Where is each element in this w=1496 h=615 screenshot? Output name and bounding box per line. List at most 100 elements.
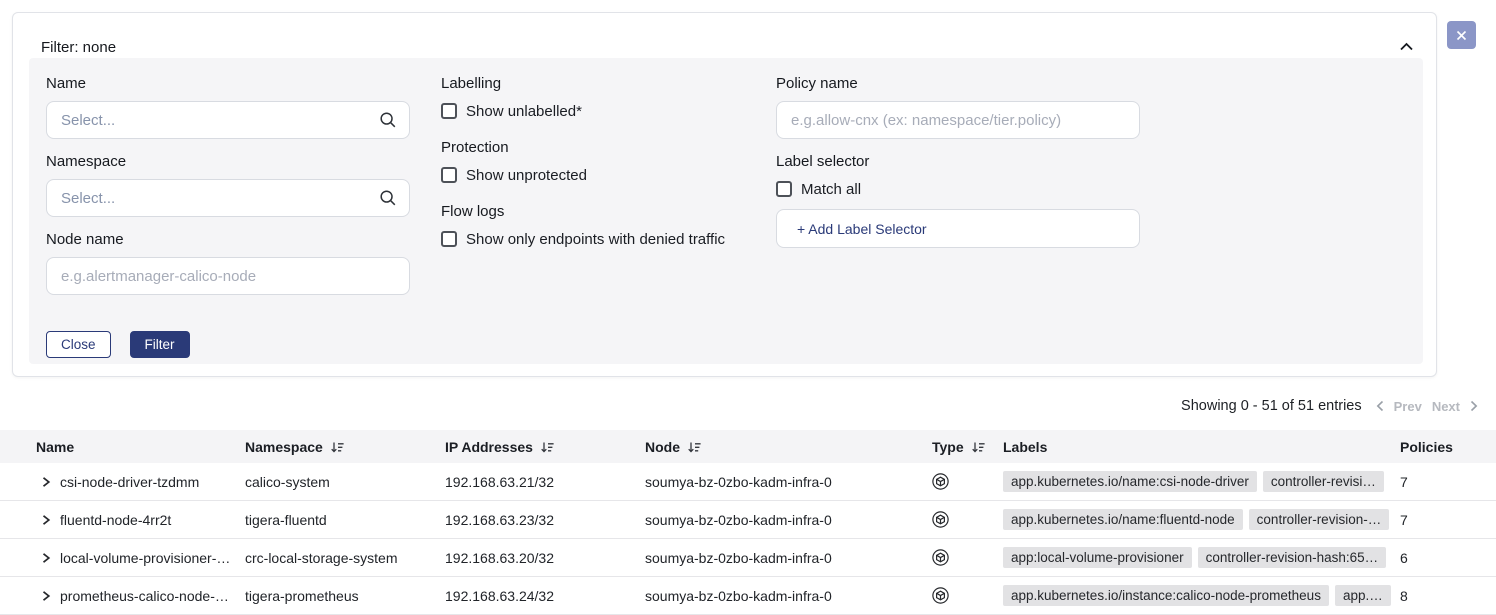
show-unprotected-label: Show unprotected [466, 167, 587, 184]
pagination-summary: Showing 0 - 51 of 51 entries [1181, 398, 1362, 414]
endpoint-ip: 192.168.63.20/32 [445, 550, 645, 566]
chevron-right-icon [41, 476, 51, 488]
endpoint-namespace: calico-system [245, 474, 445, 490]
sort-icon[interactable] [971, 441, 985, 453]
name-field-label: Name [46, 75, 410, 92]
labelling-heading: Labelling [441, 75, 771, 92]
collapse-panel-button[interactable] [1394, 35, 1418, 59]
sort-icon[interactable] [540, 441, 554, 453]
show-unlabelled-checkbox[interactable] [441, 103, 457, 119]
pod-type-icon [932, 549, 949, 566]
node-name-field-label: Node name [46, 231, 410, 248]
label-chip: app.kubernetes.io/name:csi-node-driver [1003, 471, 1257, 492]
chevron-right-icon [41, 514, 51, 526]
endpoint-policies: 7 [1394, 512, 1496, 528]
endpoint-name: csi-node-driver-tzdmm [60, 474, 245, 490]
column-header-labels: Labels [1003, 439, 1394, 455]
filter-form: Name Namespace Node name Close [29, 58, 1423, 364]
endpoint-ip: 192.168.63.21/32 [445, 474, 645, 490]
endpoint-ip: 192.168.63.23/32 [445, 512, 645, 528]
expand-row-button[interactable] [36, 472, 56, 492]
column-header-name: Name [36, 439, 245, 455]
denied-traffic-checkbox[interactable] [441, 231, 457, 247]
close-button[interactable]: Close [46, 331, 111, 358]
endpoint-policies: 7 [1394, 474, 1496, 490]
column-header-policies: Policies [1394, 439, 1496, 455]
filter-column-right: Policy name Label selector Match all + A… [776, 58, 1140, 248]
column-header-node[interactable]: Node [645, 439, 932, 455]
denied-traffic-label: Show only endpoints with denied traffic [466, 231, 725, 248]
column-header-ip-addresses[interactable]: IP Addresses [445, 439, 645, 455]
label-chip: app:local-volume-provisioner [1003, 547, 1192, 568]
endpoint-namespace: tigera-fluentd [245, 512, 445, 528]
name-select-input[interactable] [46, 101, 410, 139]
endpoint-node: soumya-bz-0zbo-kadm-infra-0 [645, 474, 932, 490]
expand-row-button[interactable] [36, 548, 56, 568]
chevron-up-icon [1399, 42, 1414, 52]
endpoint-node: soumya-bz-0zbo-kadm-infra-0 [645, 512, 932, 528]
prev-button[interactable]: Prev [1394, 399, 1422, 414]
filter-panel-title: Filter: none [41, 39, 116, 56]
add-label-selector-button[interactable]: + Add Label Selector [776, 209, 1140, 248]
label-chip: controller-revision-… [1249, 509, 1390, 530]
endpoint-policies: 8 [1394, 588, 1496, 604]
flow-logs-heading: Flow logs [441, 203, 771, 220]
show-unlabelled-label: Show unlabelled* [466, 103, 582, 120]
label-chip: controller-revisi… [1263, 471, 1384, 492]
namespace-select-input[interactable] [46, 179, 410, 217]
endpoint-name: local-volume-provisioner-… [60, 550, 245, 566]
endpoint-labels: app:local-volume-provisioner controller-… [1003, 547, 1394, 568]
chevron-right-icon [41, 590, 51, 602]
endpoint-node: soumya-bz-0zbo-kadm-infra-0 [645, 550, 932, 566]
endpoint-node: soumya-bz-0zbo-kadm-infra-0 [645, 588, 932, 604]
sort-icon[interactable] [687, 441, 701, 453]
table-row[interactable]: csi-node-driver-tzdmm calico-system 192.… [0, 463, 1496, 501]
filter-column-left: Name Namespace Node name Close [46, 58, 410, 358]
match-all-checkbox[interactable] [776, 181, 792, 197]
endpoint-name: fluentd-node-4rr2t [60, 512, 245, 528]
endpoint-namespace: crc-local-storage-system [245, 550, 445, 566]
sort-icon[interactable] [330, 441, 344, 453]
table-row[interactable]: prometheus-calico-node-… tigera-promethe… [0, 577, 1496, 615]
endpoint-type [932, 549, 1003, 566]
pagination: Showing 0 - 51 of 51 entries Prev Next [1181, 397, 1478, 415]
close-panel-button[interactable] [1447, 21, 1476, 49]
table-row[interactable]: fluentd-node-4rr2t tigera-fluentd 192.16… [0, 501, 1496, 539]
pod-type-icon [932, 587, 949, 604]
filter-column-middle: Labelling Show unlabelled* Protection Sh… [441, 58, 771, 248]
endpoint-namespace: tigera-prometheus [245, 588, 445, 604]
pod-type-icon [932, 511, 949, 528]
close-icon [1456, 30, 1467, 41]
endpoint-type [932, 587, 1003, 604]
filter-panel: Filter: none Name Namespace [12, 12, 1437, 377]
chevron-left-icon[interactable] [1376, 400, 1384, 412]
endpoint-name: prometheus-calico-node-… [60, 588, 245, 604]
match-all-label: Match all [801, 181, 861, 198]
next-button[interactable]: Next [1432, 399, 1460, 414]
label-selector-heading: Label selector [776, 153, 1140, 170]
endpoint-type [932, 473, 1003, 490]
table-row[interactable]: local-volume-provisioner-… crc-local-sto… [0, 539, 1496, 577]
table-header-row: Name Namespace IP Addresses Node Type La… [0, 430, 1496, 463]
endpoint-labels: app.kubernetes.io/name:csi-node-driver c… [1003, 471, 1394, 492]
policy-name-field-label: Policy name [776, 75, 1140, 92]
show-unprotected-checkbox[interactable] [441, 167, 457, 183]
endpoint-type [932, 511, 1003, 528]
expand-row-button[interactable] [36, 510, 56, 530]
policy-name-input[interactable] [776, 101, 1140, 139]
pod-type-icon [932, 473, 949, 490]
protection-heading: Protection [441, 139, 771, 156]
endpoint-policies: 6 [1394, 550, 1496, 566]
label-chip: app.kubernetes.io/name:fluentd-node [1003, 509, 1243, 530]
column-header-namespace[interactable]: Namespace [245, 439, 445, 455]
label-chip: controller-revision-hash:65… [1198, 547, 1387, 568]
endpoint-ip: 192.168.63.24/32 [445, 588, 645, 604]
column-header-type[interactable]: Type [932, 439, 1003, 455]
chevron-right-icon [41, 552, 51, 564]
namespace-field-label: Namespace [46, 153, 410, 170]
endpoints-table: Name Namespace IP Addresses Node Type La… [0, 430, 1496, 615]
endpoint-labels: app.kubernetes.io/name:fluentd-node cont… [1003, 509, 1394, 530]
filter-button[interactable]: Filter [130, 331, 190, 358]
node-name-input[interactable] [46, 257, 410, 295]
chevron-right-icon[interactable] [1470, 400, 1478, 412]
